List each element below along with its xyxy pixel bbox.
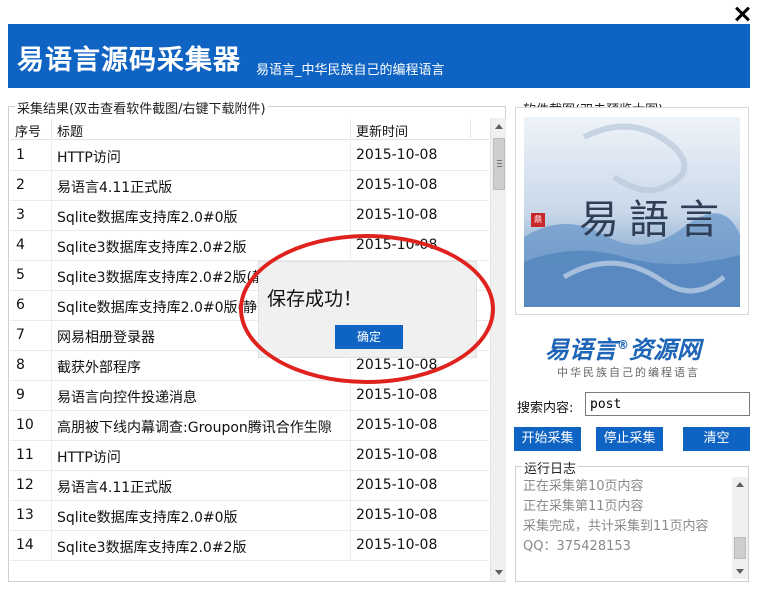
log-line: 采集完成，共计采集到11页内容 — [523, 519, 709, 534]
preview-image[interactable]: 鼎 易 語 言 — [524, 117, 740, 307]
row-title: Sqlite数据库支持库2.0#0版(静态 — [57, 300, 272, 316]
scroll-up-icon[interactable] — [736, 482, 744, 487]
brand-tagline: 中华民族自己的编程语言 — [557, 366, 700, 379]
search-input[interactable] — [585, 392, 750, 416]
row-date: 2015-10-08 — [356, 147, 438, 163]
row-date: 2015-10-08 — [356, 207, 438, 223]
brand-suffix: 资源网 — [629, 336, 701, 364]
row-number: 14 — [16, 537, 34, 553]
brand-logo: 易语言®资源网 — [545, 330, 701, 365]
calligraphy-char-3: 言 — [679, 197, 719, 243]
start-collect-button[interactable]: 开始采集 — [514, 427, 581, 451]
log-textarea[interactable]: 正在采集第10页内容 正在采集第11页内容 采集完成，共计采集到11页内容 QQ… — [517, 477, 731, 577]
row-date: 2015-10-08 — [356, 357, 438, 373]
row-number: 3 — [16, 207, 25, 223]
search-label: 搜索内容: — [517, 401, 574, 416]
log-line: 正在采集第10页内容 — [523, 479, 644, 494]
row-title: Sqlite3数据库支持库2.0#2版 — [57, 240, 247, 256]
dialog-message: 保存成功！ — [267, 288, 363, 310]
row-date: 2015-10-08 — [356, 177, 438, 193]
row-number: 10 — [16, 417, 34, 433]
row-title: Sqlite3数据库支持库2.0#2版(静态 — [57, 270, 280, 286]
results-scrollbar[interactable] — [490, 118, 506, 581]
row-number: 1 — [16, 147, 25, 163]
table-row[interactable]: 12 易语言4.11正式版 2015-10-08 — [10, 471, 489, 501]
row-title: HTTP访问 — [57, 150, 121, 166]
row-title: 易语言4.11正式版 — [57, 480, 173, 496]
row-date: 2015-10-08 — [356, 237, 438, 253]
brand-name: 易语言 — [545, 336, 617, 364]
scroll-thumb[interactable] — [734, 537, 746, 559]
table-row[interactable]: 13 Sqlite数据库支持库2.0#0版 2015-10-08 — [10, 501, 489, 531]
row-number: 11 — [16, 447, 34, 463]
row-date: 2015-10-08 — [356, 477, 438, 493]
seal-icon: 鼎 — [531, 213, 545, 227]
table-row[interactable]: 4 Sqlite3数据库支持库2.0#2版 2015-10-08 — [10, 231, 489, 261]
stop-collect-button[interactable]: 停止采集 — [596, 427, 663, 451]
column-header-title[interactable]: 标题 — [57, 121, 83, 140]
message-dialog: 保存成功！ 确定 — [258, 261, 477, 358]
results-group-label: 采集结果(双击查看软件截图/右键下载附件) — [15, 98, 268, 117]
row-title: Sqlite数据库支持库2.0#0版 — [57, 510, 238, 526]
column-header-date[interactable]: 更新时间 — [356, 121, 408, 140]
row-number: 4 — [16, 237, 25, 253]
scroll-down-icon[interactable] — [736, 569, 744, 574]
table-header: 序号 标题 更新时间 — [10, 117, 489, 140]
row-date: 2015-10-08 — [356, 447, 438, 463]
column-header-no[interactable]: 序号 — [15, 121, 41, 140]
close-icon[interactable] — [732, 4, 752, 24]
row-number: 7 — [16, 327, 25, 343]
table-row[interactable]: 11 HTTP访问 2015-10-08 — [10, 441, 489, 471]
row-number: 13 — [16, 507, 34, 523]
header-banner: 易语言源码采集器 易语言_中华民族自己的编程语言 — [8, 24, 750, 88]
row-title: 易语言4.11正式版 — [57, 180, 173, 196]
calligraphy-char-2: 語 — [629, 197, 669, 243]
scroll-down-icon[interactable] — [495, 570, 503, 575]
row-number: 5 — [16, 267, 25, 283]
row-number: 9 — [16, 387, 25, 403]
app-window: 易语言源码采集器 易语言_中华民族自己的编程语言 采集结果(双击查看软件截图/右… — [0, 0, 758, 593]
log-group: 运行日志 正在采集第10页内容 正在采集第11页内容 采集完成，共计采集到11页… — [515, 458, 749, 582]
row-title: Sqlite数据库支持库2.0#0版 — [57, 210, 238, 226]
row-number: 8 — [16, 357, 25, 373]
row-title: HTTP访问 — [57, 450, 121, 466]
log-line: QQ：375428153 — [523, 539, 631, 554]
row-title: 易语言向控件投递消息 — [57, 390, 197, 406]
row-title: Sqlite3数据库支持库2.0#2版 — [57, 540, 247, 556]
table-row[interactable]: 9 易语言向控件投递消息 2015-10-08 — [10, 381, 489, 411]
table-row[interactable]: 3 Sqlite数据库支持库2.0#0版 2015-10-08 — [10, 201, 489, 231]
dialog-ok-button[interactable]: 确定 — [335, 325, 403, 349]
log-scrollbar[interactable] — [732, 477, 748, 579]
log-group-label: 运行日志 — [522, 458, 579, 477]
row-date: 2015-10-08 — [356, 537, 438, 553]
row-number: 2 — [16, 177, 25, 193]
row-number: 12 — [16, 477, 34, 493]
app-title: 易语言源码采集器 — [17, 45, 241, 76]
table-row[interactable]: 14 Sqlite3数据库支持库2.0#2版 2015-10-08 — [10, 531, 489, 561]
row-date: 2015-10-08 — [356, 417, 438, 433]
scroll-thumb[interactable] — [493, 138, 505, 190]
brand-mark: ® — [617, 338, 629, 352]
table-row[interactable]: 1 HTTP访问 2015-10-08 — [10, 141, 489, 171]
app-subtitle: 易语言_中华民族自己的编程语言 — [256, 63, 445, 78]
clear-button[interactable]: 清空 — [683, 427, 750, 451]
row-date: 2015-10-08 — [356, 387, 438, 403]
table-row[interactable]: 2 易语言4.11正式版 2015-10-08 — [10, 171, 489, 201]
row-title: 截获外部程序 — [57, 360, 141, 376]
preview-frame[interactable]: 鼎 易 語 言 — [515, 107, 749, 315]
row-title: 高朋被下线内幕调查:Groupon腾讯合作生隙 — [57, 420, 332, 436]
calligraphy-char-1: 易 — [579, 197, 619, 243]
log-line: 正在采集第11页内容 — [523, 499, 644, 514]
row-date: 2015-10-08 — [356, 507, 438, 523]
row-title: 网易相册登录器 — [57, 330, 155, 346]
row-number: 6 — [16, 297, 25, 313]
scroll-up-icon[interactable] — [495, 124, 503, 129]
table-row[interactable]: 10 高朋被下线内幕调查:Groupon腾讯合作生隙 2015-10-08 — [10, 411, 489, 441]
